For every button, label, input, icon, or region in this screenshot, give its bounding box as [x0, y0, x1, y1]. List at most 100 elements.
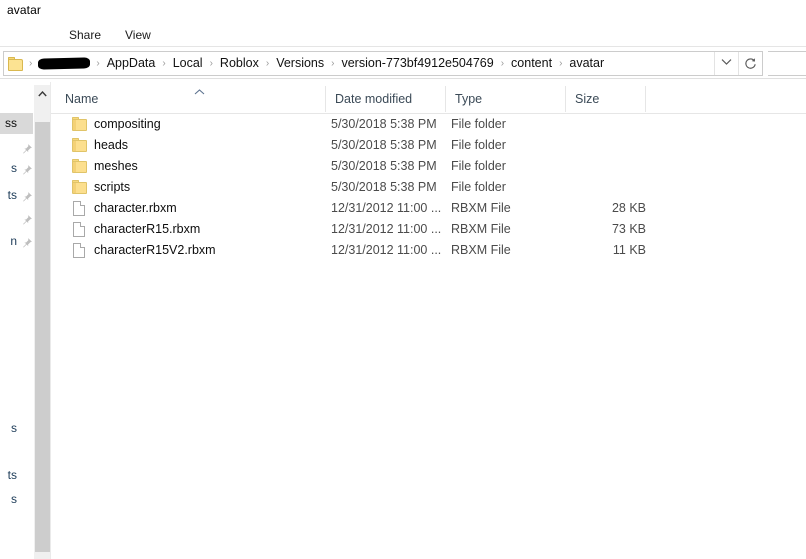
cell-date: 5/30/2018 5:38 PM [331, 138, 437, 152]
cell-name: character.rbxm [94, 201, 177, 215]
cell-size [571, 177, 646, 198]
cell-date: 5/30/2018 5:38 PM [331, 159, 437, 173]
nav-pane-item-label: s [11, 421, 17, 435]
breadcrumb-separator: › [331, 58, 335, 69]
nav-pane-item[interactable]: ts [0, 465, 33, 486]
breadcrumb-separator: › [265, 58, 270, 69]
column-header-type[interactable]: Type [446, 86, 566, 112]
cell-type: File folder [451, 117, 506, 131]
nav-pane-item-label: s [11, 492, 17, 506]
table-row[interactable]: characterR15V2.rbxm 12/31/2012 11:00 ... R… [51, 240, 806, 261]
column-header-row: Name Date modified Type Size [51, 86, 806, 112]
navigation-pane: ss s ts n s ts s [0, 82, 33, 559]
table-row[interactable]: scripts 5/30/2018 5:38 PM File folder [51, 177, 806, 198]
cell-date: 5/30/2018 5:38 PM [331, 180, 437, 194]
cell-name: characterR15V2.rbxm [94, 243, 216, 257]
nav-pane-item[interactable]: n [0, 231, 33, 252]
pin-icon [21, 235, 33, 248]
scrollbar-thumb[interactable] [35, 122, 50, 552]
scroll-up-icon[interactable] [34, 85, 51, 102]
breadcrumb-item-version-hash[interactable]: version-773bf4912e504769 [336, 52, 498, 75]
nav-pane-item-label: n [10, 234, 17, 248]
breadcrumb-separator: › [162, 58, 166, 69]
pin-icon [21, 162, 33, 175]
search-input[interactable] [768, 51, 806, 76]
table-row[interactable]: heads 5/30/2018 5:38 PM File folder [51, 135, 806, 156]
breadcrumb-item-username-redacted[interactable] [38, 57, 91, 70]
cell-date: 12/31/2012 11:00 ... [331, 222, 442, 236]
cell-date: 5/30/2018 5:38 PM [331, 117, 437, 131]
cell-size [571, 156, 646, 177]
breadcrumb-separator: › [559, 58, 563, 69]
column-header-size[interactable]: Size [566, 86, 646, 112]
pin-icon [21, 141, 33, 154]
scrollbar-track[interactable] [34, 102, 51, 559]
ribbon-divider [0, 46, 806, 47]
breadcrumb-item-content[interactable]: content [506, 52, 557, 75]
cell-name: compositing [94, 117, 161, 131]
tab-share[interactable]: Share [62, 26, 108, 45]
nav-pane-item-label: ts [7, 188, 17, 202]
cell-name: heads [94, 138, 129, 152]
breadcrumb-item-avatar[interactable]: avatar [564, 52, 609, 75]
folder-icon [72, 159, 88, 174]
sort-ascending-icon [194, 88, 205, 97]
breadcrumb-separator: › [209, 58, 213, 69]
breadcrumb-separator: › [500, 58, 505, 69]
column-header-empty[interactable] [646, 86, 806, 112]
nav-pane-item[interactable]: ts [0, 185, 33, 206]
pin-icon [21, 212, 33, 225]
column-header-name-label: Name [65, 92, 99, 106]
cell-size: 73 KB [611, 222, 646, 236]
folder-icon [72, 117, 88, 132]
pin-icon [21, 189, 33, 202]
nav-pane-item[interactable] [0, 137, 33, 158]
cell-type: RBXM File [451, 243, 511, 257]
cell-type: File folder [451, 159, 506, 173]
column-header-name[interactable]: Name [56, 86, 326, 112]
tab-view[interactable]: View [118, 26, 158, 45]
table-row[interactable]: compositing 5/30/2018 5:38 PM File folder [51, 114, 806, 135]
file-icon [72, 201, 88, 216]
table-row[interactable]: characterR15.rbxm 12/31/2012 11:00 ... RBX… [51, 219, 806, 240]
nav-pane-item[interactable]: s [0, 418, 33, 439]
cell-size: 11 KB [612, 243, 646, 257]
breadcrumb-item-local[interactable]: Local [168, 52, 208, 75]
file-icon [72, 222, 88, 237]
table-row[interactable]: character.rbxm 12/31/2012 11:00 ... RBXM F… [51, 198, 806, 219]
refresh-icon[interactable] [738, 52, 762, 75]
ribbon-tab-strip: Share View [0, 22, 806, 47]
nav-pane-item[interactable]: ss [0, 113, 33, 134]
nav-pane-item-label: ss [5, 116, 17, 130]
nav-pane-item[interactable]: s [0, 158, 33, 179]
cell-type: File folder [451, 180, 506, 194]
nav-pane-item[interactable]: s [0, 489, 33, 510]
cell-name: characterR15.rbxm [94, 222, 201, 236]
nav-pane-item-label: ts [7, 468, 17, 482]
nav-pane-item[interactable] [0, 208, 33, 229]
table-row[interactable]: meshes 5/30/2018 5:38 PM File folder [51, 156, 806, 177]
file-list-view: Name Date modified Type Size compositing… [51, 82, 806, 559]
column-header-date-modified[interactable]: Date modified [326, 86, 446, 112]
breadcrumb-item-roblox[interactable]: Roblox [215, 52, 264, 75]
window-title: avatar [7, 3, 41, 17]
address-bar-divider [0, 78, 806, 79]
breadcrumb-item-versions[interactable]: Versions [271, 52, 329, 75]
cell-date: 12/31/2012 11:00 ... [331, 243, 442, 257]
cell-type: RBXM File [451, 201, 511, 215]
breadcrumb-address-bar[interactable]: › › AppData › Local › Roblox › Versions … [3, 51, 763, 76]
file-rows: compositing 5/30/2018 5:38 PM File folder h… [51, 114, 806, 261]
navigation-pane-scrollbar[interactable] [33, 85, 51, 559]
address-bar-row: › › AppData › Local › Roblox › Versions … [0, 50, 806, 77]
cell-type: File folder [451, 138, 506, 152]
chevron-down-icon[interactable] [714, 52, 738, 75]
breadcrumb-separator: › [29, 58, 33, 69]
file-icon [72, 243, 88, 258]
cell-type: RBXM File [451, 222, 511, 236]
cell-size [571, 114, 646, 135]
folder-icon [72, 138, 88, 153]
folder-icon [72, 180, 88, 195]
title-bar: avatar [0, 0, 806, 22]
nav-pane-item-label: s [11, 161, 17, 175]
breadcrumb-item-appdata[interactable]: AppData [102, 52, 161, 75]
